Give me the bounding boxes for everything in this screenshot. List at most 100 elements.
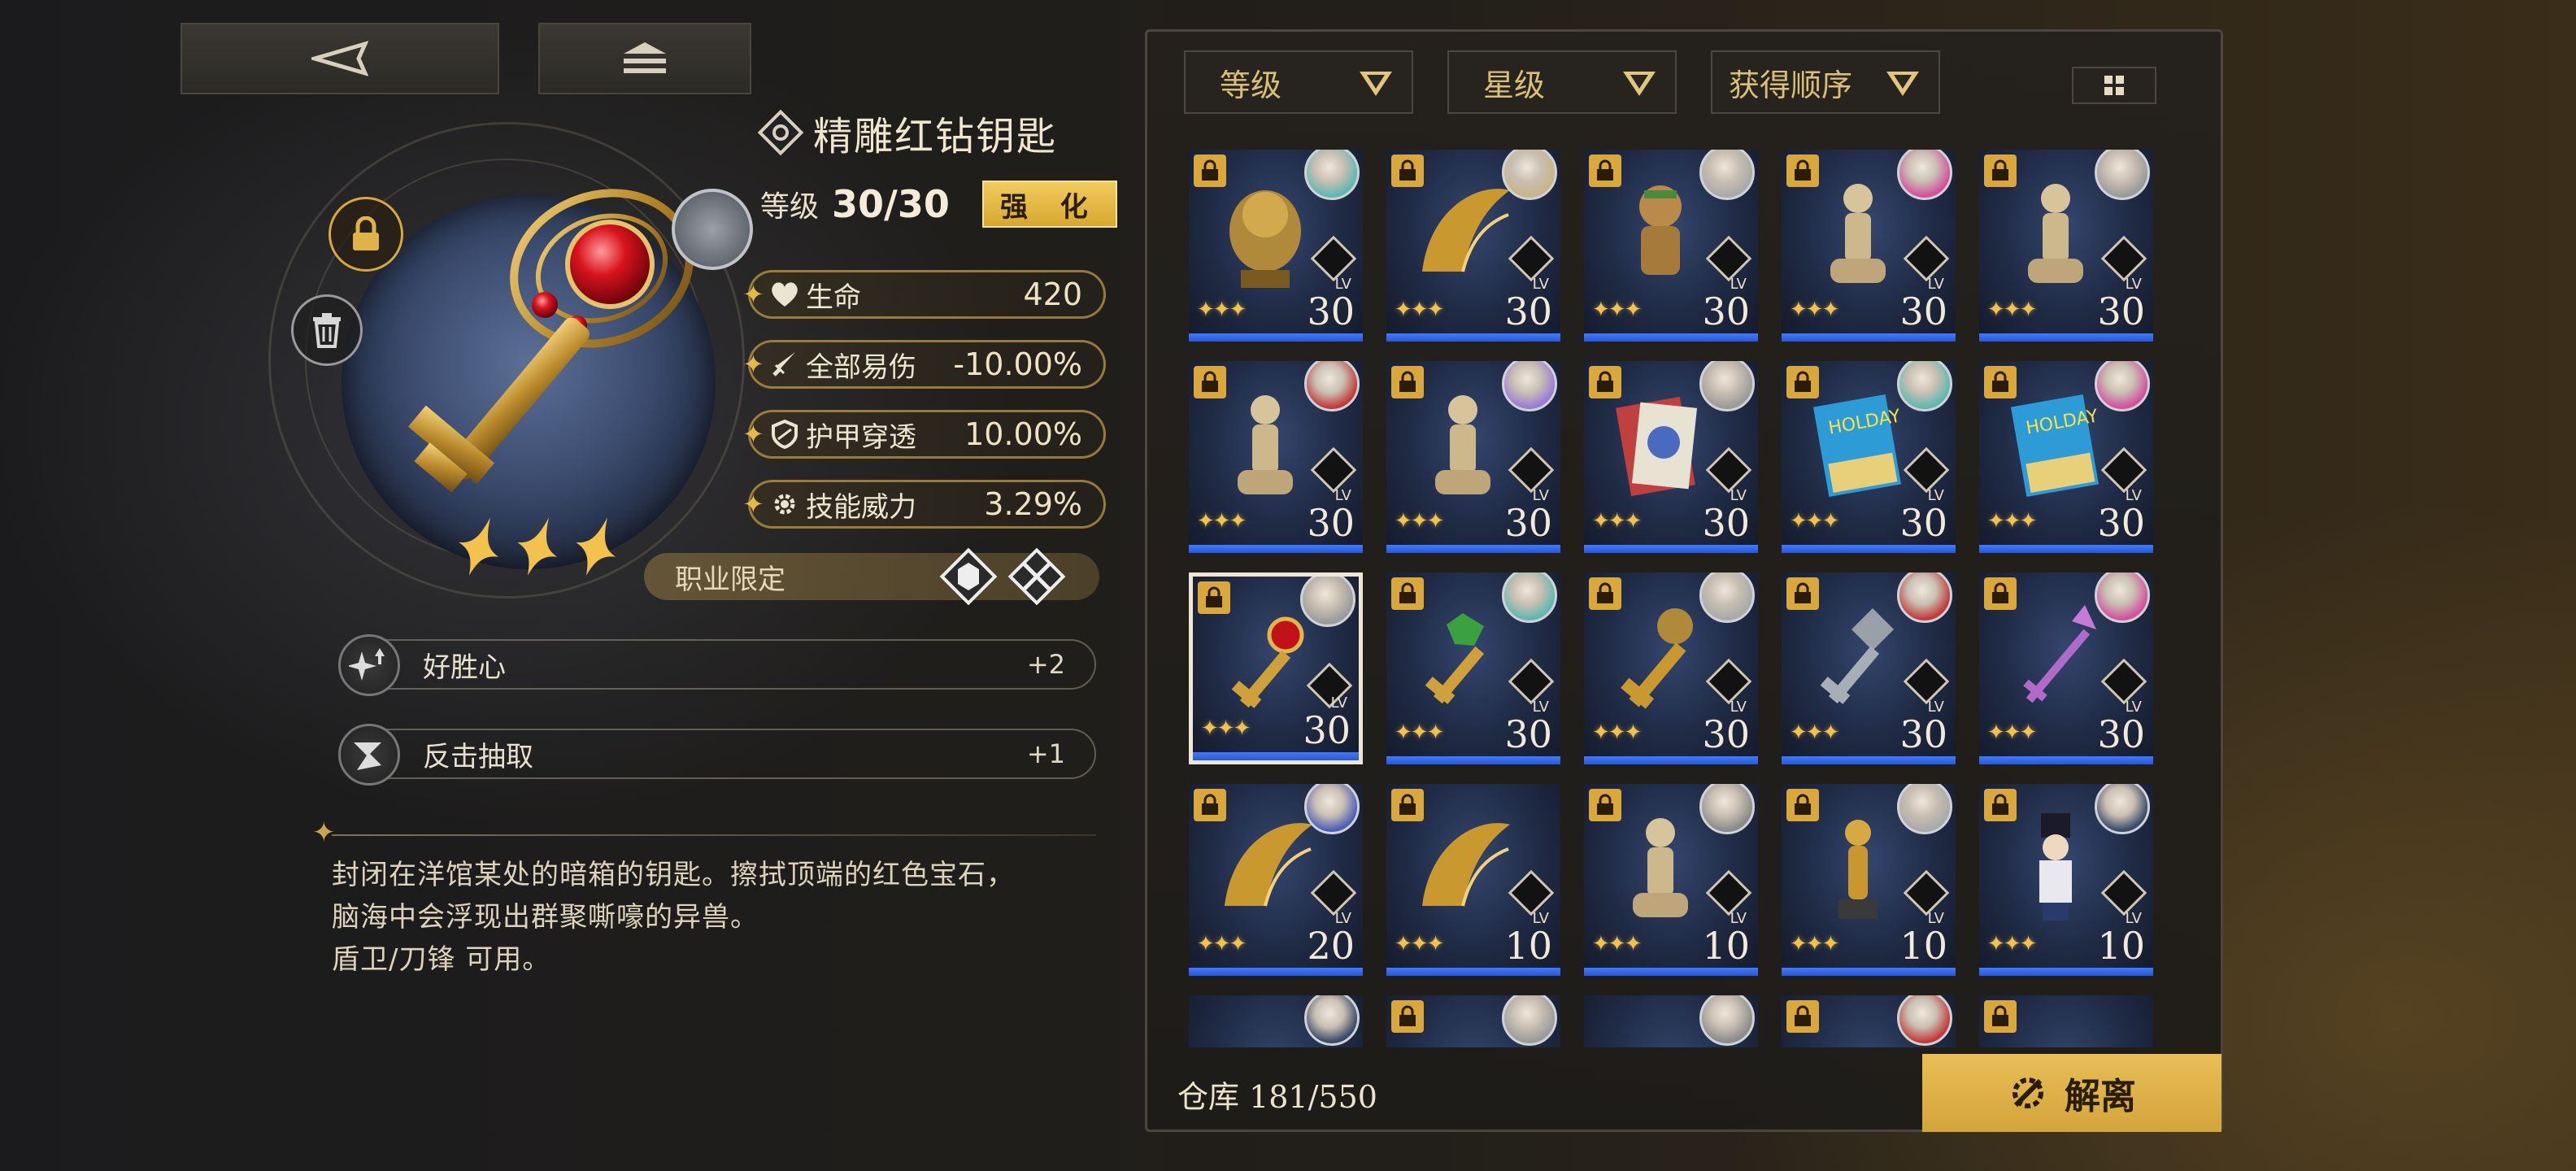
counter-icon xyxy=(338,724,400,786)
inventory-slot[interactable]: ✦✦✦ LV 30 xyxy=(1979,150,2153,342)
item-level: 20 xyxy=(1307,924,1355,968)
description-line: 脑海中会浮现出群聚嘶嚎的异兽。 xyxy=(332,901,759,934)
inventory-slot[interactable]: ✦✦✦ LV 30 xyxy=(1584,150,1758,342)
sparkle-up-icon xyxy=(338,634,400,696)
job-restriction-bar[interactable]: 职业限定 xyxy=(644,548,1099,605)
inventory-slot[interactable]: ✦✦✦ LV 30 xyxy=(1584,361,1758,553)
inventory-slot[interactable]: ✦✦✦ LV 30 xyxy=(1189,361,1363,553)
inventory-slot[interactable]: ✦✦✦ LV 30 xyxy=(1584,572,1758,764)
back-arrow-icon xyxy=(311,41,368,76)
star-icon: ✦✦✦ xyxy=(1987,720,2037,745)
lock-icon xyxy=(1984,577,2017,610)
character-avatar xyxy=(2095,150,2150,200)
star-icon: ✦✦✦ xyxy=(1592,298,1642,322)
inventory-slot[interactable]: ✦✦✦ LV 30 xyxy=(1189,572,1363,764)
rarity-bar xyxy=(1189,545,1363,553)
rarity-bar xyxy=(1584,545,1758,553)
inventory-slot[interactable]: ✦✦✦ LV 10 xyxy=(1584,784,1758,976)
warehouse-count: 仓库 181/550 xyxy=(1177,1079,1377,1115)
item-level: 30 xyxy=(1504,501,1552,545)
character-avatar xyxy=(2095,572,2150,623)
dismantle-button[interactable]: 解离 xyxy=(1922,1054,2221,1132)
rarity-bar xyxy=(1979,333,2153,342)
filter-label: 获得顺序 xyxy=(1729,67,1853,103)
category-diamond-icon xyxy=(2100,658,2147,705)
lock-icon xyxy=(1786,366,1819,398)
item-thumbnail xyxy=(1414,1020,1512,1047)
stat-name: 技能威力 xyxy=(806,490,916,524)
inventory-slot[interactable]: ✦✦✦ LV 30 xyxy=(1386,572,1560,764)
inventory-slot[interactable] xyxy=(1782,995,1956,1047)
character-avatar xyxy=(672,189,753,270)
back-button[interactable] xyxy=(181,23,499,94)
home-button[interactable] xyxy=(538,23,751,94)
inventory-slot[interactable]: ✦✦✦ LV 30 xyxy=(1979,572,2153,764)
category-diamond-icon xyxy=(1310,235,1357,282)
star-icon xyxy=(576,517,616,576)
character-avatar xyxy=(1304,150,1360,200)
description-line: 封闭在洋馆某处的暗箱的钥匙。擦拭顶端的红色宝石， xyxy=(332,859,1015,891)
lock-icon xyxy=(1984,789,2017,821)
skill-value: +1 xyxy=(1026,738,1065,769)
inventory-slot[interactable]: ✦✦✦ LV 10 xyxy=(1386,784,1560,976)
star-icon: ✦✦✦ xyxy=(1395,720,1444,745)
inventory-slot[interactable]: ✦✦✦ LV 10 xyxy=(1979,784,2153,976)
inventory-slot[interactable]: ✦✦✦ LV 20 xyxy=(1189,784,1363,976)
lock-icon xyxy=(1984,1000,2017,1033)
inventory-slot[interactable] xyxy=(1386,995,1560,1047)
delete-button[interactable] xyxy=(291,294,363,366)
lock-toggle-button[interactable] xyxy=(329,197,403,272)
character-avatar xyxy=(1304,995,1360,1046)
rarity-bar xyxy=(1584,333,1758,342)
grid-icon xyxy=(2104,76,2124,95)
item-thumbnail xyxy=(1621,608,1693,709)
grid-view-button[interactable] xyxy=(2072,67,2156,104)
inventory-slot[interactable]: ✦✦✦ LV 30 xyxy=(1386,361,1560,553)
item-thumbnail xyxy=(1830,184,1886,283)
stat-value: 3.29% xyxy=(984,486,1082,522)
character-avatar xyxy=(1699,784,1755,834)
lock-icon xyxy=(1589,789,1621,821)
lock-icon xyxy=(1984,366,2017,398)
description-line: 盾卫/刀锋 可用。 xyxy=(332,943,551,976)
star-icon: ✦✦✦ xyxy=(1395,298,1444,322)
star-icon: ✦✦✦ xyxy=(1987,932,2037,956)
category-diamond-icon xyxy=(2100,235,2147,282)
enhance-button[interactable]: 强 化 xyxy=(981,181,1117,228)
item-description: 封闭在洋馆某处的暗箱的钥匙。擦拭顶端的红色宝石， 脑海中会浮现出群聚嘶嚎的异兽。… xyxy=(332,854,1112,981)
star-icon: ✦✦✦ xyxy=(1987,509,2037,533)
item-thumbnail xyxy=(1435,395,1490,494)
star-icon: ✦✦✦ xyxy=(1987,298,2037,322)
stat-value: 420 xyxy=(1023,276,1082,312)
inventory-slot[interactable]: ✦✦✦ LV 10 xyxy=(1782,784,1956,976)
star-icon: ✦✦✦ xyxy=(1197,932,1247,956)
lock-icon xyxy=(1786,789,1819,821)
rarity-bar xyxy=(1189,968,1363,976)
filter-level-dropdown[interactable]: 等级 xyxy=(1184,50,1413,114)
shield-class-icon xyxy=(939,548,998,605)
inventory-slot[interactable] xyxy=(1979,995,2153,1047)
inventory-slot[interactable]: ✦✦✦ LV 30 xyxy=(1189,150,1363,342)
inventory-slot[interactable]: ✦✦✦ LV 30 xyxy=(1782,572,1956,764)
inventory-slot[interactable]: HOLDAY ✦✦✦ LV 30 xyxy=(1782,361,1956,553)
rarity-bar xyxy=(1386,333,1560,342)
shield-icon xyxy=(768,418,801,451)
item-thumbnail xyxy=(1422,823,1510,907)
filter-order-dropdown[interactable]: 获得顺序 xyxy=(1711,50,1940,114)
inventory-slot[interactable]: ✦✦✦ LV 30 xyxy=(1386,150,1560,342)
gear-icon xyxy=(768,488,801,520)
filter-star-dropdown[interactable]: 星级 xyxy=(1447,50,1677,114)
inventory-slot[interactable] xyxy=(1584,995,1758,1047)
skill-row-counter-drain[interactable]: 反击抽取 +1 xyxy=(338,724,1096,786)
character-avatar xyxy=(1897,995,1952,1046)
rarity-bar xyxy=(1386,968,1560,976)
character-avatar xyxy=(1699,572,1755,623)
skill-row-competitive[interactable]: 好胜心 +2 xyxy=(338,634,1096,696)
blade-class-icon xyxy=(1007,548,1066,605)
item-thumbnail xyxy=(2028,184,2083,283)
star-icon: ✦✦✦ xyxy=(1592,509,1642,533)
inventory-slot[interactable] xyxy=(1189,995,1363,1047)
inventory-slot[interactable]: HOLDAY ✦✦✦ LV 30 xyxy=(1979,361,2153,553)
inventory-slot[interactable]: ✦✦✦ LV 30 xyxy=(1782,150,1956,342)
item-level: 30 xyxy=(1504,289,1552,333)
